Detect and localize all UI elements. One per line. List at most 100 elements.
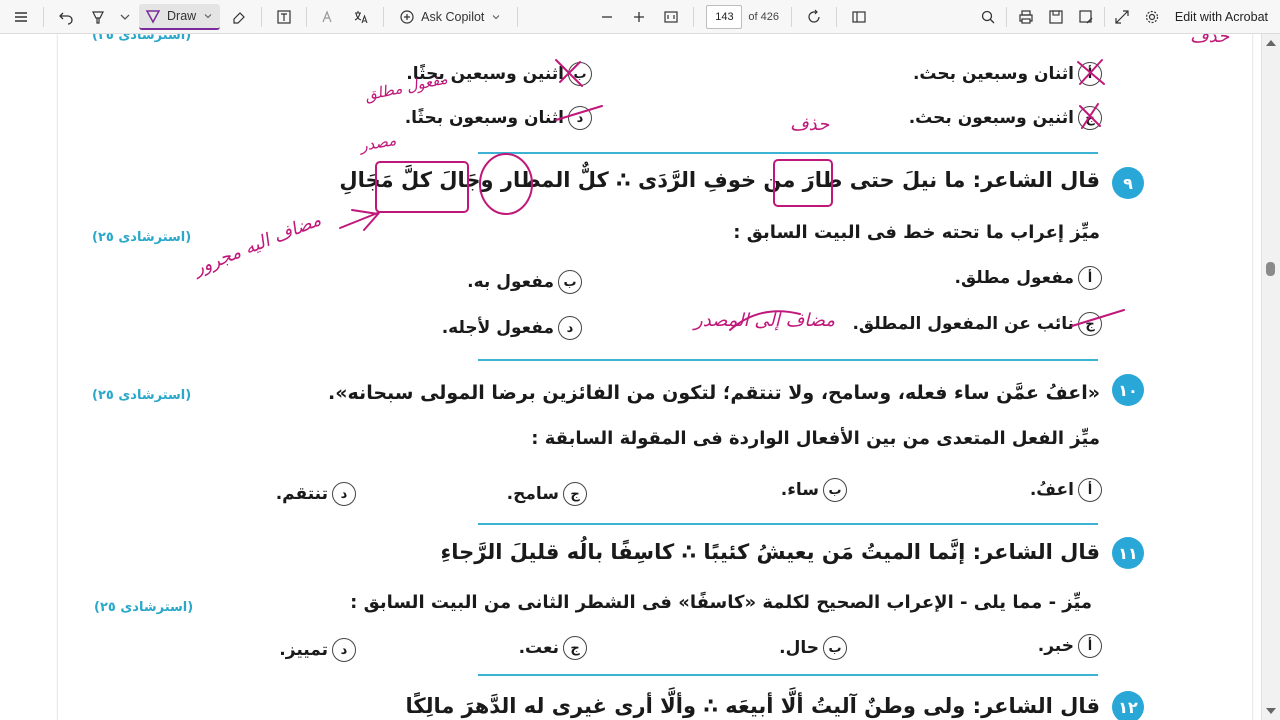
separator: [306, 6, 308, 27]
option-a: أاثنان وسبعين بحث.: [913, 62, 1102, 86]
separator: [791, 6, 792, 27]
vertical-scrollbar[interactable]: [1261, 34, 1280, 720]
source-tag: (استرشادى ٢٥): [92, 34, 192, 43]
source-tag: (استرشادى ٢٥): [94, 600, 194, 615]
option-c: جاثنين وسبعون بحث.: [909, 106, 1102, 130]
source-tag: (استرشادى ٢٥): [92, 388, 192, 403]
print-icon[interactable]: [1013, 4, 1039, 30]
option-a: أخبر.: [1038, 634, 1102, 658]
option-d: دمفعول لأجله.: [442, 316, 582, 340]
option-text: نعت.: [518, 638, 559, 658]
divider: [478, 359, 1098, 361]
page-total: of 426: [748, 10, 779, 23]
fit-page-icon[interactable]: [658, 4, 684, 30]
question-instruction: ميِّز الفعل المتعدى من بين الأفعال الوار…: [531, 428, 1100, 449]
scroll-down-icon[interactable]: [1266, 708, 1276, 714]
option-letter: أ: [1078, 62, 1102, 86]
separator: [1104, 6, 1105, 27]
zoom-out-icon[interactable]: [594, 4, 620, 30]
text-box-icon[interactable]: [271, 4, 297, 30]
edit-with-acrobat-button[interactable]: Edit with Acrobat: [1175, 0, 1268, 34]
separator: [693, 6, 695, 27]
ink-note: حذف: [790, 114, 830, 135]
option-b: بمفعول به.: [467, 270, 582, 294]
option-text: نائب عن المفعول المطلق.: [852, 314, 1074, 334]
option-letter: أ: [1078, 634, 1102, 658]
option-letter: د: [332, 638, 356, 662]
eraser-icon[interactable]: [226, 4, 252, 30]
option-text: اثنان وسبعين بحث.: [912, 64, 1074, 84]
option-text: تمييز.: [279, 640, 328, 660]
option-b: بساء.: [781, 478, 847, 502]
menu-icon[interactable]: [8, 4, 34, 30]
separator: [261, 6, 263, 27]
option-text: خبر.: [1037, 636, 1074, 656]
page-number-input[interactable]: 143: [706, 4, 743, 29]
save-as-icon[interactable]: [1073, 4, 1099, 30]
read-aloud-icon[interactable]: [316, 4, 342, 30]
document-viewport: (استرشادى ٢٥) أاثنان وسبعين بحث. باثنين …: [0, 34, 1262, 720]
question-instruction: ميِّز - مما يلى - الإعراب الصحيح لكلمة «…: [350, 592, 1092, 613]
separator: [836, 6, 837, 27]
separator: [383, 6, 385, 27]
scroll-thumb[interactable]: [1266, 262, 1275, 276]
highlight-icon[interactable]: [85, 4, 111, 30]
option-text: مفعول به.: [467, 272, 554, 292]
separator: [1006, 6, 1007, 27]
rotate-icon[interactable]: [801, 4, 827, 30]
zoom-in-icon[interactable]: [626, 4, 652, 30]
option-text: اثنين وسبعون بحث.: [908, 108, 1074, 128]
question-number: ١٢: [1112, 691, 1144, 720]
option-letter: ج: [1078, 312, 1102, 336]
separator: [43, 6, 44, 27]
option-letter: ج: [1078, 106, 1102, 130]
ink-note: حذف: [1190, 34, 1230, 47]
option-d: دتنتقم.: [276, 482, 356, 506]
draw-button[interactable]: Draw: [139, 3, 221, 30]
pdf-toolbar: Draw Ask Copilot 143 of 426 Edit with Ac…: [0, 0, 1280, 34]
question-instruction: ميِّز إعراب ما تحته خط فى البيت السابق :: [733, 222, 1100, 243]
option-letter: ج: [563, 482, 587, 506]
option-c: جنعت.: [519, 636, 587, 660]
option-letter: د: [332, 482, 356, 506]
ask-copilot-button[interactable]: Ask Copilot: [393, 4, 508, 30]
option-d: دتمييز.: [279, 638, 356, 662]
question-number: ٩: [1112, 167, 1144, 199]
option-d: داثنان وسبعون بحثًا.: [405, 106, 592, 130]
chevron-down-icon: [493, 14, 500, 19]
pdf-page: (استرشادى ٢٥) أاثنان وسبعين بحث. باثنين …: [58, 34, 1252, 720]
divider: [478, 523, 1098, 525]
option-letter: ب: [568, 62, 592, 86]
option-text: مفعول مطلق.: [954, 268, 1075, 288]
option-text: تنتقم.: [275, 484, 328, 504]
option-a: أاعفُ.: [1030, 478, 1102, 502]
option-b: بحال.: [779, 636, 847, 660]
option-letter: ب: [558, 270, 582, 294]
option-text: ساء.: [780, 480, 819, 500]
option-c: جنائب عن المفعول المطلق.: [852, 312, 1102, 336]
chevron-down-icon[interactable]: [117, 4, 133, 30]
expand-icon[interactable]: [1109, 4, 1135, 30]
option-letter: ب: [823, 636, 847, 660]
translate-icon[interactable]: [348, 4, 374, 30]
option-a: أمفعول مطلق.: [954, 266, 1102, 290]
option-letter: أ: [1078, 266, 1102, 290]
question-text: قال الشاعر: ولى وطنٌ آليتُ ألَّا أبيعَه …: [405, 694, 1100, 718]
undo-icon[interactable]: [53, 4, 79, 30]
option-c: جسامح.: [507, 482, 587, 506]
draw-label: Draw: [167, 8, 197, 23]
option-text: اثنان وسبعون بحثًا.: [404, 108, 564, 128]
search-icon[interactable]: [975, 4, 1001, 30]
source-tag: (استرشادى ٢٥): [92, 230, 192, 245]
question-number: ١٠: [1112, 374, 1144, 406]
option-text: اعفُ.: [1029, 480, 1074, 500]
page-view-icon[interactable]: [846, 4, 872, 30]
scroll-up-icon[interactable]: [1266, 40, 1276, 46]
save-icon[interactable]: [1043, 4, 1069, 30]
option-letter: ب: [823, 478, 847, 502]
gear-icon[interactable]: [1139, 4, 1165, 30]
divider: [478, 152, 1098, 154]
divider: [478, 674, 1098, 676]
option-text: مفعول لأجله.: [441, 318, 554, 338]
ask-copilot-label: Ask Copilot: [421, 9, 485, 24]
